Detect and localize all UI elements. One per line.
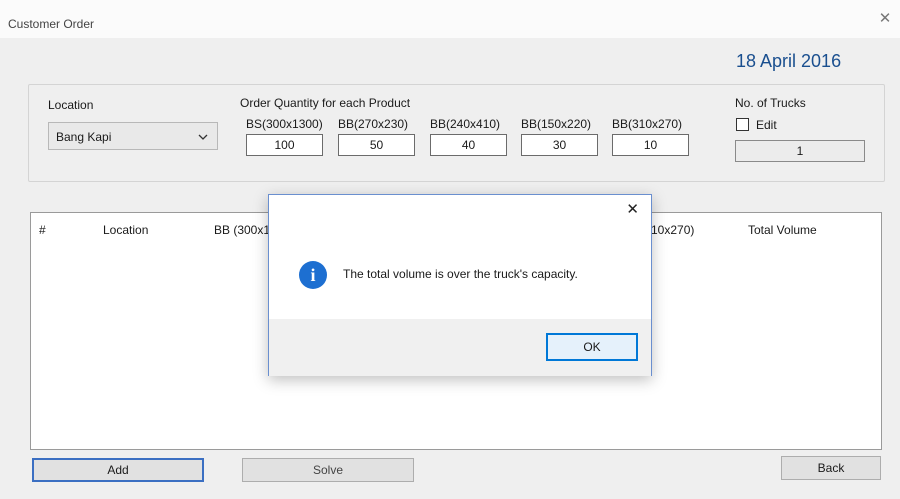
trucks-label: No. of Trucks [735, 96, 806, 110]
date-label: 18 April 2016 [736, 51, 842, 71]
qty-input-bb310x270[interactable]: 10 [612, 134, 689, 156]
trucks-count-field: 1 [735, 140, 865, 162]
solve-button[interactable]: Solve [242, 458, 414, 482]
col-header-location[interactable]: Location [103, 223, 148, 237]
add-button[interactable]: Add [32, 458, 204, 482]
window-title: Customer Order [8, 17, 95, 31]
qty-input-bb270x230[interactable]: 50 [338, 134, 415, 156]
chevron-down-icon [198, 134, 208, 140]
col-header-bb310x270[interactable]: 10x270) [651, 223, 694, 237]
col-header-bb300x1300[interactable]: BB (300x1 [214, 223, 270, 237]
location-combobox-value: Bang Kapi [56, 130, 112, 144]
dialog-footer: OK [269, 319, 651, 376]
location-combobox[interactable]: Bang Kapi [48, 122, 218, 150]
message-dialog: ✕ i The total volume is over the truck's… [268, 194, 652, 376]
qty-input-bb150x220[interactable]: 30 [521, 134, 598, 156]
dialog-message: The total volume is over the truck's cap… [343, 267, 578, 281]
window-close-icon[interactable]: ✕ [878, 11, 892, 26]
col-header-number[interactable]: # [39, 223, 46, 237]
order-quantity-label: Order Quantity for each Product [240, 96, 411, 110]
dialog-close-icon[interactable]: ✕ [626, 200, 639, 218]
info-icon: i [299, 261, 327, 289]
product-label-bb240x410: BB(240x410) [430, 117, 501, 131]
product-label-bb150x220: BB(150x220) [521, 117, 592, 131]
col-header-total-volume[interactable]: Total Volume [748, 223, 817, 237]
location-label: Location [48, 98, 94, 112]
product-label-bs300x1300: BS(300x1300) [246, 117, 323, 131]
product-label-bb310x270: BB(310x270) [612, 117, 683, 131]
edit-checkbox[interactable] [736, 118, 749, 131]
qty-input-bb240x410[interactable]: 40 [430, 134, 507, 156]
edit-checkbox-label[interactable]: Edit [756, 118, 777, 132]
back-button[interactable]: Back [781, 456, 881, 480]
ok-button[interactable]: OK [546, 333, 638, 361]
qty-input-bs300x1300[interactable]: 100 [246, 134, 323, 156]
title-bar: Customer Order ✕ [0, 0, 900, 38]
dialog-body: ✕ i The total volume is over the truck's… [269, 195, 651, 319]
product-label-bb270x230: BB(270x230) [338, 117, 409, 131]
